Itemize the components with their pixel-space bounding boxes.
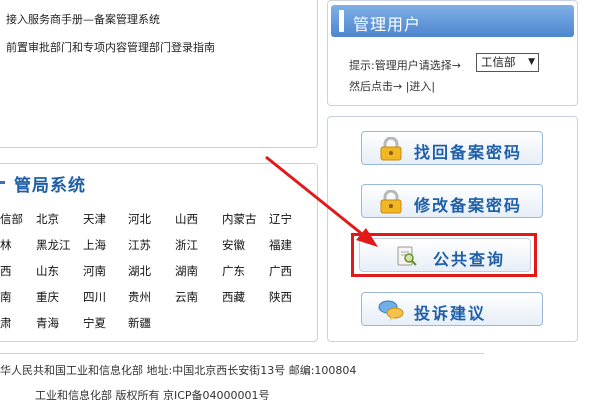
footer-address: 华人民共和国工业和信息化部 地址:中国北京西长安街13号 邮编:100804	[0, 364, 357, 377]
highlight-box	[351, 233, 537, 277]
bureau-section-title: 管局系统	[14, 176, 86, 196]
department-select[interactable]: 工信部 ▼	[476, 53, 539, 72]
footer-copyright: 工业和信息化部 版权所有 京ICP备04000001号	[35, 389, 270, 400]
province-link[interactable]: 河北	[128, 211, 151, 227]
province-link[interactable]: 天津	[83, 211, 106, 227]
enter-link[interactable]: |进入|	[406, 80, 435, 93]
province-link[interactable]: 西藏	[222, 289, 245, 305]
province-link[interactable]: 四川	[83, 289, 106, 305]
province-link[interactable]: 内蒙古	[222, 211, 257, 227]
province-link[interactable]: 河南	[83, 263, 106, 279]
province-link[interactable]: 辽宁	[269, 211, 292, 227]
dropdown-arrow-icon: ▼	[528, 57, 535, 67]
department-selected-value: 工信部	[481, 55, 516, 69]
lock-icon	[380, 137, 402, 161]
province-link[interactable]: 湖北	[128, 263, 151, 279]
province-link[interactable]: 上海	[83, 237, 106, 253]
admin-header: 管理用户	[331, 5, 574, 37]
province-link[interactable]: 南	[0, 289, 12, 305]
doc-link-provider-manual[interactable]: 接入服务商手册—备案管理系统	[6, 11, 160, 27]
chat-bubble-icon	[378, 300, 404, 321]
complaint-button[interactable]: 投诉建议	[361, 292, 543, 326]
doc-link-login-guide[interactable]: 前置审批部门和专项内容管理部门登录指南	[6, 39, 215, 55]
province-link[interactable]: 黑龙江	[36, 237, 71, 253]
admin-click-hint: 然后点击→	[349, 80, 403, 93]
admin-title: 管理用户	[353, 15, 422, 34]
lock-icon	[380, 190, 402, 214]
recover-password-button[interactable]: 找回备案密码	[361, 131, 543, 165]
province-link[interactable]: 云南	[175, 289, 198, 305]
section-mark-icon	[0, 181, 5, 184]
header-bar-icon	[339, 10, 344, 32]
province-link[interactable]: 新疆	[128, 315, 151, 331]
province-link[interactable]: 青海	[36, 315, 59, 331]
province-link[interactable]: 肃	[0, 315, 12, 331]
province-link[interactable]: 江苏	[128, 237, 151, 253]
province-link[interactable]: 广东	[222, 263, 245, 279]
province-link[interactable]: 山东	[36, 263, 59, 279]
province-link[interactable]: 林	[0, 237, 12, 253]
recover-password-label: 找回备案密码	[414, 143, 523, 162]
change-password-button[interactable]: 修改备案密码	[361, 184, 543, 218]
province-link[interactable]: 安徽	[222, 237, 245, 253]
province-link[interactable]: 湖南	[175, 263, 198, 279]
footer-divider	[0, 353, 484, 354]
province-link[interactable]: 重庆	[36, 289, 59, 305]
admin-click-row: 然后点击→ |进入|	[349, 78, 435, 94]
province-link[interactable]: 北京	[36, 211, 59, 227]
province-link[interactable]: 宁夏	[83, 315, 106, 331]
province-link[interactable]: 陕西	[269, 289, 292, 305]
province-link[interactable]: 信部	[0, 211, 23, 227]
complaint-label: 投诉建议	[414, 304, 487, 323]
province-link[interactable]: 贵州	[128, 289, 151, 305]
province-link[interactable]: 浙江	[175, 237, 198, 253]
change-password-label: 修改备案密码	[414, 196, 523, 215]
province-link[interactable]: 广西	[269, 263, 292, 279]
province-link[interactable]: 西	[0, 263, 12, 279]
admin-prompt: 提示:管理用户请选择→	[349, 59, 461, 72]
province-link[interactable]: 山西	[175, 211, 198, 227]
province-link[interactable]: 福建	[269, 237, 292, 253]
